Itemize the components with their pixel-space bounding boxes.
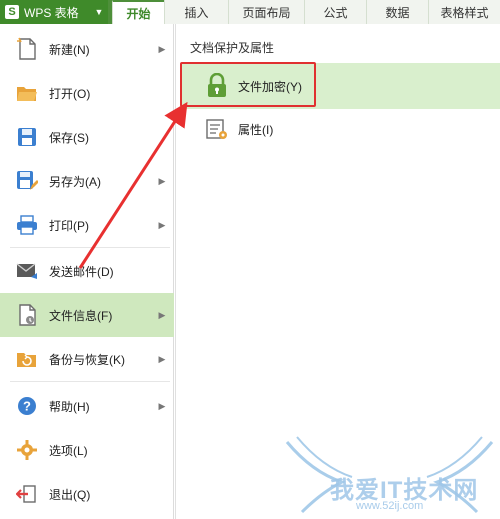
- submenu-label-properties: 属性(I): [238, 122, 274, 137]
- menu-item-save-as[interactable]: 另存为(A) ▶: [0, 159, 174, 203]
- menu-label-new: 新建(N): [49, 42, 90, 57]
- tab-table-style[interactable]: 表格样式: [428, 0, 500, 24]
- menu-item-send-mail[interactable]: 发送邮件(D): [0, 249, 174, 293]
- menu-divider: [10, 381, 170, 382]
- mail-icon: [14, 258, 40, 284]
- menu-item-save[interactable]: 保存(S): [0, 115, 174, 159]
- ribbon-bar: S WPS 表格 ▼ 开始 插入 页面布局 公式 数据 表格样式: [0, 0, 500, 24]
- chevron-right-icon: ▶: [158, 219, 166, 230]
- chevron-right-icon: ▶: [158, 175, 166, 186]
- file-info-icon: [14, 302, 40, 328]
- tab-insert[interactable]: 插入: [164, 0, 228, 24]
- annotation-highlight-box: [180, 62, 316, 107]
- chevron-right-icon: ▶: [158, 400, 166, 411]
- tab-page-layout[interactable]: 页面布局: [228, 0, 304, 24]
- menu-label-save-as: 另存为(A): [49, 174, 101, 189]
- wps-logo-icon: S: [5, 5, 19, 19]
- tab-formulas[interactable]: 公式: [304, 0, 366, 24]
- new-document-icon: [14, 36, 40, 62]
- menu-label-file-info: 文件信息(F): [49, 308, 113, 323]
- help-icon: ?: [14, 393, 40, 419]
- menu-label-exit: 退出(Q): [49, 487, 91, 502]
- menu-item-exit[interactable]: 退出(Q): [0, 472, 174, 516]
- chevron-down-icon: ▼: [94, 7, 104, 17]
- menu-label-backup-restore: 备份与恢复(K): [49, 352, 125, 367]
- options-icon: [14, 437, 40, 463]
- tab-home[interactable]: 开始: [112, 0, 164, 24]
- menu-item-backup-restore[interactable]: 备份与恢复(K) ▶: [0, 337, 174, 381]
- exit-icon: [14, 481, 40, 507]
- tab-data[interactable]: 数据: [366, 0, 428, 24]
- backup-icon: [14, 346, 40, 372]
- menu-label-help: 帮助(H): [49, 399, 90, 414]
- chevron-right-icon: ▶: [158, 309, 166, 320]
- menu-item-help[interactable]: ? 帮助(H) ▶: [0, 384, 174, 428]
- svg-text:?: ?: [23, 399, 31, 414]
- save-icon: [14, 124, 40, 150]
- menu-label-options: 选项(L): [49, 443, 88, 458]
- menu-label-save: 保存(S): [49, 130, 89, 145]
- menu-item-print[interactable]: 打印(P) ▶: [0, 203, 174, 247]
- file-menu: 新建(N) ▶ 打开(O) 保存(S) 另存为(A) ▶ 打印(P) ▶ 发送邮…: [0, 24, 174, 519]
- print-icon: [14, 212, 40, 238]
- save-as-icon: [14, 168, 40, 194]
- menu-item-new[interactable]: 新建(N) ▶: [0, 27, 174, 71]
- menu-label-print: 打印(P): [49, 218, 89, 233]
- submenu-title: 文档保护及属性: [190, 41, 275, 55]
- open-folder-icon: [14, 80, 40, 106]
- chevron-right-icon: ▶: [158, 43, 166, 54]
- submenu-item-properties[interactable]: 属性(I): [181, 106, 500, 152]
- menu-divider: [10, 247, 170, 248]
- app-title: WPS 表格: [24, 5, 79, 20]
- chevron-right-icon: ▶: [158, 353, 166, 364]
- menu-item-options[interactable]: 选项(L): [0, 428, 174, 472]
- menu-item-open[interactable]: 打开(O): [0, 71, 174, 115]
- menu-item-file-info[interactable]: 文件信息(F) ▶: [0, 293, 174, 337]
- properties-icon: [203, 115, 231, 143]
- ribbon-tabs: 开始 插入 页面布局 公式 数据 表格样式: [112, 0, 500, 24]
- menu-label-open: 打开(O): [49, 86, 91, 101]
- watermark-url: www.52ij.com: [356, 500, 424, 512]
- wps-app-menu-button[interactable]: S WPS 表格 ▼: [0, 0, 108, 24]
- menu-label-send-mail: 发送邮件(D): [49, 264, 114, 279]
